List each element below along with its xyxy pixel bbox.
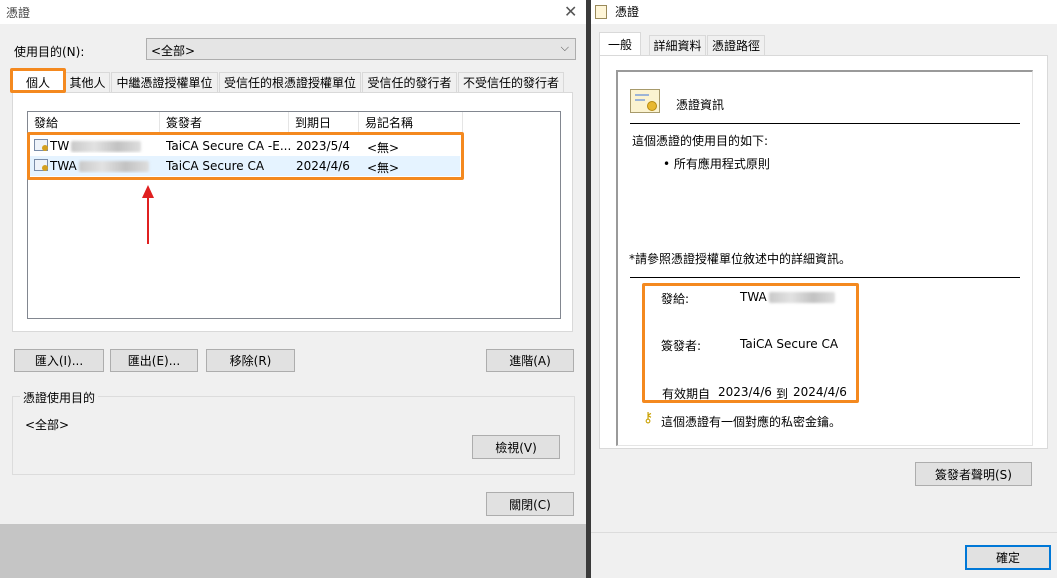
divider — [630, 123, 1020, 124]
info-heading: 憑證資訊 — [676, 98, 725, 112]
tab-details[interactable]: 詳細資料 — [649, 35, 706, 55]
purpose-select[interactable]: <全部> ⌵ — [146, 38, 576, 60]
issuer-statement-button[interactable]: 簽發者聲明(S) — [915, 462, 1032, 486]
advanced-button[interactable]: 進階(A) — [486, 349, 574, 372]
window-title: 憑證 — [6, 6, 31, 20]
tab-untrusted-publishers[interactable]: 不受信任的發行者 — [458, 72, 564, 92]
groupbox-value: <全部> — [25, 418, 70, 432]
ca-note: *請參照憑證授權單位敘述中的詳細資訊。 — [629, 252, 852, 266]
tab-untrusted-publishers-label: 不受信任的發行者 — [462, 76, 559, 90]
column-issued-to[interactable]: 發給 — [28, 112, 160, 132]
tab-trusted-root-ca[interactable]: 受信任的根憑證授權單位 — [219, 72, 361, 92]
groupbox-title: 憑證使用目的 — [20, 389, 99, 406]
import-button[interactable]: 匯入(I)... — [14, 349, 104, 372]
title-bar: 憑證 ✕ — [0, 0, 586, 24]
certificates-dialog: 憑證 ✕ 使用目的(N): <全部> ⌵ 個人 其他人 中繼憑證授權單位 受信任… — [0, 0, 586, 524]
private-key-text: 這個憑證有一個對應的私密金鑰。 — [661, 415, 842, 429]
purpose-label: 使用目的(N): — [14, 45, 85, 59]
highlight-cert-details — [642, 283, 859, 403]
purpose-intro: 這個憑證的使用目的如下: — [632, 134, 769, 148]
close-icon[interactable]: ✕ — [564, 2, 577, 21]
tab-intermediate-ca-label: 中繼憑證授權單位 — [116, 76, 213, 90]
highlight-personal-tab — [10, 68, 66, 93]
purpose-select-value: <全部> — [151, 44, 196, 58]
tab-trusted-root-ca-label: 受信任的根憑證授權單位 — [223, 76, 356, 90]
tab-trusted-publishers[interactable]: 受信任的發行者 — [362, 72, 457, 92]
highlight-certificate-rows — [27, 132, 464, 180]
purpose-item: • 所有應用程式原則 — [663, 157, 770, 171]
red-arrow — [142, 185, 154, 244]
background-strip — [0, 524, 586, 578]
window-title: 憑證 — [615, 5, 640, 19]
certificate-icon — [595, 5, 607, 19]
tab-trusted-publishers-label: 受信任的發行者 — [367, 76, 452, 90]
close-button[interactable]: 關閉(C) — [486, 492, 574, 516]
ok-button[interactable]: 確定 — [965, 545, 1051, 570]
tab-intermediate-ca[interactable]: 中繼憑證授權單位 — [111, 72, 218, 92]
key-icon: ⚷ — [643, 410, 654, 426]
tab-general[interactable]: 一般 — [599, 32, 641, 55]
tab-cert-path-label: 憑證路徑 — [711, 39, 760, 53]
divider — [630, 277, 1020, 278]
tab-general-label: 一般 — [607, 37, 632, 52]
certificate-large-icon — [630, 89, 660, 113]
title-bar: 憑證 — [591, 0, 1057, 24]
tab-details-label: 詳細資料 — [653, 39, 702, 53]
tab-cert-path[interactable]: 憑證路徑 — [707, 35, 765, 55]
chevron-down-icon: ⌵ — [560, 41, 569, 54]
column-issuer[interactable]: 簽發者 — [160, 112, 289, 132]
certificate-detail-dialog: 憑證 一般 詳細資料 憑證路徑 憑證資訊 這個憑證的使用目的如下: • 所有應用… — [591, 0, 1057, 578]
remove-button[interactable]: 移除(R) — [206, 349, 295, 372]
column-expiration[interactable]: 到期日 — [289, 112, 359, 132]
tab-other-people[interactable]: 其他人 — [65, 72, 110, 92]
column-friendly-name[interactable]: 易記名稱 — [359, 112, 463, 132]
view-button[interactable]: 檢視(V) — [472, 435, 560, 459]
tab-other-people-label: 其他人 — [69, 76, 106, 90]
export-button[interactable]: 匯出(E)... — [110, 349, 198, 372]
